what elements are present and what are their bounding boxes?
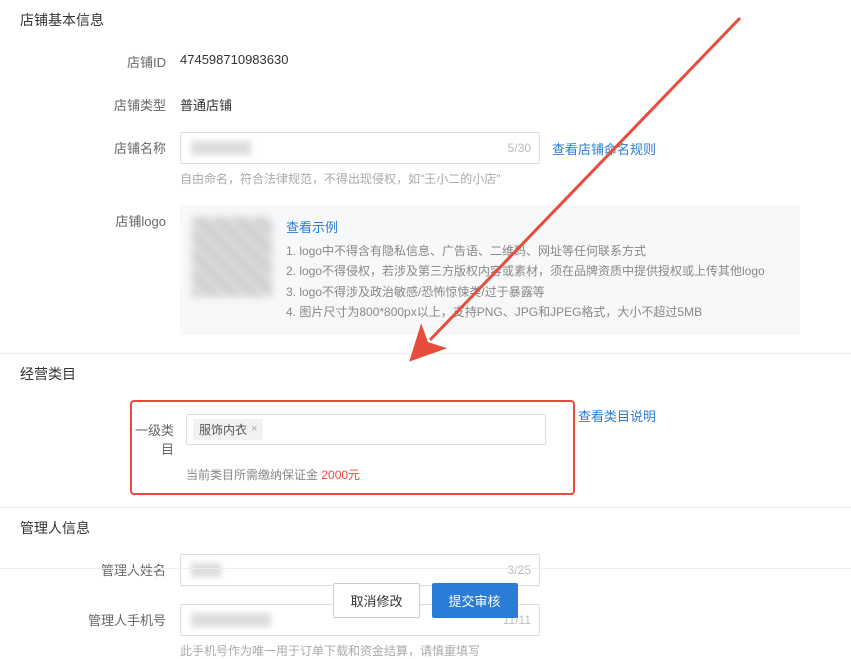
submit-button[interactable]: 提交审核 — [432, 583, 518, 618]
section-category: 经营类目 一级类目 服饰内衣 × 当前类目所需缴纳保证金 2000元 查看类目说… — [0, 354, 851, 495]
cancel-button[interactable]: 取消修改 — [333, 583, 419, 618]
label-shop-logo: 店铺logo — [20, 205, 180, 230]
primary-category-input[interactable]: 服饰内衣 × — [186, 414, 546, 445]
row-shop-logo: 店铺logo 查看示例 1. logo中不得含有隐私信息、广告语、二维码、网址等… — [20, 205, 831, 335]
logo-rule-1: 1. logo中不得含有隐私信息、广告语、二维码、网址等任何联系方式 — [286, 241, 788, 261]
deposit-amount: 2000元 — [321, 468, 360, 482]
label-shop-name: 店铺名称 — [20, 132, 180, 157]
section-basic: 店铺基本信息 店铺ID 474598710983630 店铺类型 普通店铺 店铺… — [0, 0, 851, 335]
logo-rule-3: 3. logo不得涉及政治敏感/恐怖惊悚类/过于暴露等 — [286, 282, 788, 302]
section-title-basic: 店铺基本信息 — [20, 10, 831, 30]
section-title-manager: 管理人信息 — [20, 518, 831, 538]
row-shop-type: 店铺类型 普通店铺 — [20, 89, 831, 114]
value-shop-id: 474598710983630 — [180, 46, 831, 67]
logo-block: 查看示例 1. logo中不得含有隐私信息、广告语、二维码、网址等任何联系方式 … — [180, 205, 800, 335]
deposit-note: 当前类目所需缴纳保证金 2000元 — [186, 466, 561, 483]
manager-phone-hint: 此手机号作为唯一用于订单下载和资金结算，请慎重填写 — [180, 642, 831, 659]
category-rule-link[interactable]: 查看类目说明 — [578, 406, 656, 425]
logo-rule-4: 4. 图片尺寸为800*800px以上，支持PNG、JPG和JPEG格式，大小不… — [286, 302, 788, 322]
label-shop-type: 店铺类型 — [20, 89, 180, 114]
logo-thumbnail[interactable] — [192, 217, 272, 297]
row-shop-id: 店铺ID 474598710983630 — [20, 46, 831, 71]
close-icon[interactable]: × — [251, 423, 257, 435]
logo-rule-2: 2. logo不得侵权，若涉及第三方版权内容或素材，须在品牌资质中提供授权或上传… — [286, 261, 788, 281]
category-tag: 服饰内衣 × — [193, 419, 263, 440]
shop-name-counter: 5/30 — [508, 141, 531, 155]
label-shop-id: 店铺ID — [20, 46, 180, 71]
logo-rules: 查看示例 1. logo中不得含有隐私信息、广告语、二维码、网址等任何联系方式 … — [286, 217, 788, 323]
value-shop-type: 普通店铺 — [180, 89, 831, 114]
logo-example-link[interactable]: 查看示例 — [286, 217, 788, 239]
shop-name-hint: 自由命名，符合法律规范，不得出现侵权，如"王小二的小店" — [180, 170, 831, 187]
footer-actions: 取消修改 提交审核 — [0, 568, 851, 632]
section-title-category: 经营类目 — [20, 364, 831, 384]
category-highlight-box: 一级类目 服饰内衣 × 当前类目所需缴纳保证金 2000元 — [130, 400, 575, 495]
category-tag-text: 服饰内衣 — [199, 421, 247, 438]
shop-name-rule-link[interactable]: 查看店铺命名规则 — [552, 139, 656, 158]
shop-name-input-wrap: 5/30 — [180, 132, 540, 164]
row-shop-name: 店铺名称 5/30 查看店铺命名规则 自由命名，符合法律规范，不得出现侵权，如"… — [20, 132, 831, 187]
label-primary-category: 一级类目 — [132, 414, 186, 458]
